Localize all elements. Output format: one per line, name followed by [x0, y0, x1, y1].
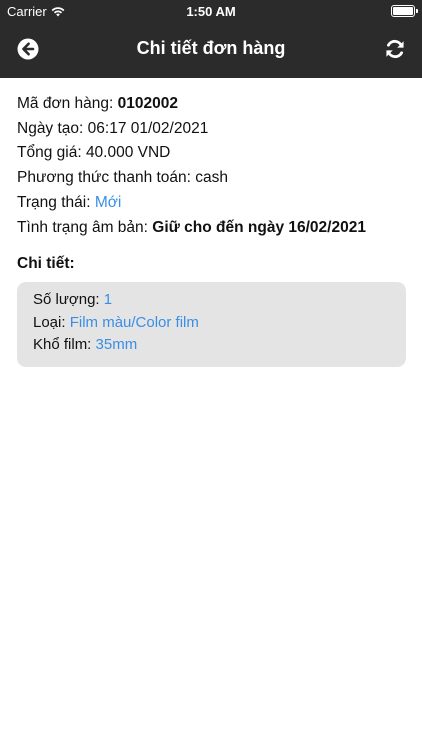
film-type-label: Loại: — [33, 313, 70, 331]
page-title: Chi tiết đơn hàng — [136, 38, 286, 58]
quantity-value: 1 — [103, 291, 113, 309]
film-type-row: Loại: Film màu/Color film — [33, 312, 390, 335]
payment-method-label: Phương thức thanh toán: — [17, 169, 196, 187]
quantity-row: Số lượng: 1 — [33, 289, 390, 312]
negative-status-value: Giữ cho đến ngày 16/02/2021 — [152, 218, 366, 236]
total-price-label: Tổng giá: — [17, 144, 86, 162]
negative-status-line: Tình trạng âm bản: Giữ cho đến ngày 16/0… — [17, 216, 407, 241]
payment-method-value: cash — [195, 169, 229, 187]
order-status-value: Mới — [94, 193, 122, 211]
order-status-label: Trạng thái: — [17, 193, 95, 211]
created-date-value: 06:17 01/02/2021 — [87, 119, 209, 137]
total-price-line: Tổng giá: 40.000 VND — [17, 141, 407, 166]
order-code-value: 0102002 — [117, 95, 178, 112]
order-code-label: Mã đơn hàng: — [17, 95, 118, 112]
film-size-row: Khổ film: 35mm — [33, 334, 390, 357]
created-date-line: Ngày tạo: 06:17 01/02/2021 — [17, 117, 407, 142]
film-type-value: Film màu/Color film — [69, 313, 199, 331]
created-date-label: Ngày tạo: — [17, 119, 88, 137]
refresh-button[interactable] — [384, 38, 406, 60]
status-time: 1:50 AM — [186, 4, 236, 19]
film-size-label: Khổ film: — [33, 336, 96, 354]
total-price-value: 40.000 VND — [85, 144, 171, 162]
film-size-value: 35mm — [95, 336, 138, 354]
details-heading: Chi tiết: — [17, 255, 75, 273]
top-bar: Carrier 1:50 AM Chi tiết đơn hàng — [0, 0, 422, 78]
negative-status-label: Tình trạng âm bản: — [17, 218, 153, 236]
order-code-line: Mã đơn hàng: 0102002 — [17, 92, 407, 117]
order-detail-content: Mã đơn hàng: 0102002 Ngày tạo: 06:17 01/… — [17, 92, 407, 367]
order-status-line: Trạng thái: Mới — [17, 191, 407, 216]
nav-bar: Chi tiết đơn hàng — [0, 22, 422, 78]
status-bar: Carrier 1:50 AM — [0, 0, 422, 22]
detail-card: Số lượng: 1 Loại: Film màu/Color film Kh… — [17, 282, 406, 367]
battery-icon — [391, 5, 418, 17]
payment-method-line: Phương thức thanh toán: cash — [17, 166, 407, 191]
quantity-label: Số lượng: — [33, 291, 104, 309]
